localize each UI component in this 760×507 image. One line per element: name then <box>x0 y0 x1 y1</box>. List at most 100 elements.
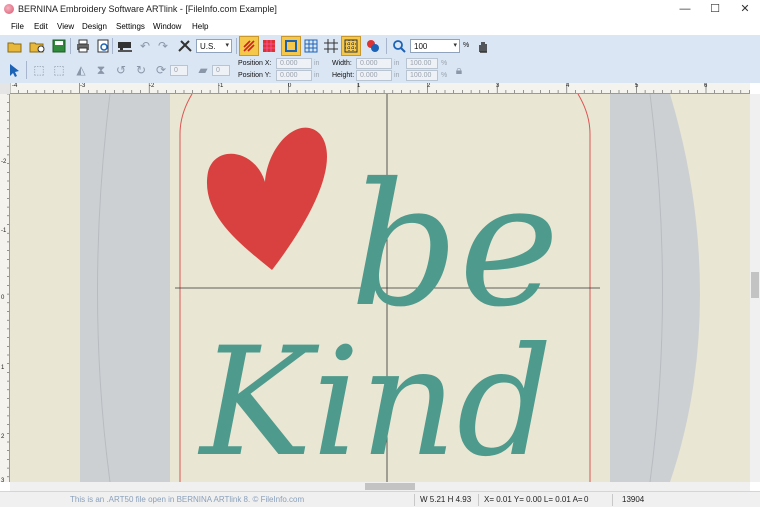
scale-icon[interactable]: ⬚ <box>30 61 48 79</box>
menu-file[interactable]: File <box>11 22 24 31</box>
menu-settings[interactable]: Settings <box>116 22 145 31</box>
mirror-vertical-icon[interactable]: ⧗ <box>92 61 110 79</box>
horizontal-scroll-thumb[interactable] <box>365 483 415 490</box>
ruler-label: 6 <box>704 83 708 89</box>
show-reference-icon[interactable] <box>341 36 361 56</box>
position-y-field[interactable]: 0.000 <box>276 70 312 81</box>
bernina-app-icon <box>4 4 14 14</box>
save-icon[interactable] <box>50 37 68 55</box>
maximize-button[interactable]: ☐ <box>700 0 730 19</box>
height-field[interactable]: 0.000 <box>356 70 392 81</box>
vertical-scrollbar[interactable] <box>750 94 760 482</box>
ruler-label: 0 <box>288 83 292 89</box>
position-y-label: Position Y: <box>238 72 271 79</box>
width-label: Width: <box>332 60 352 67</box>
close-button[interactable]: ✕ <box>730 0 760 19</box>
select-arrow-icon[interactable] <box>6 61 24 79</box>
ruler-label: -1 <box>1 228 7 234</box>
ruler-ticks <box>7 94 9 478</box>
zoom-select[interactable]: 100 ▾ <box>410 39 460 53</box>
separator <box>112 38 113 54</box>
pan-hand-icon[interactable] <box>474 37 492 55</box>
stitch-count: 13904 <box>622 495 645 504</box>
width-field[interactable]: 0.000 <box>356 58 392 69</box>
separator <box>70 38 71 54</box>
open-recent-icon[interactable] <box>28 37 46 55</box>
ruler-label: -2 <box>149 83 155 89</box>
ruler-label: 5 <box>635 83 639 89</box>
percent-label: % <box>441 72 448 79</box>
ruler-label: 0 <box>1 295 5 301</box>
rotate-left-icon[interactable]: ↺ <box>112 61 130 79</box>
embroidery-machine-icon[interactable] <box>116 37 134 55</box>
scale-height-field[interactable]: 100.00 <box>406 70 438 81</box>
heart-shape <box>206 127 327 270</box>
show-hoop-icon[interactable] <box>281 36 301 56</box>
rotate-right-icon[interactable]: ↻ <box>132 61 150 79</box>
resize-icon[interactable]: ⬚ <box>50 61 68 79</box>
menu-bar: File Edit View Design Settings Window He… <box>0 19 760 35</box>
zoom-icon[interactable] <box>390 37 408 55</box>
menu-window[interactable]: Window <box>153 22 181 31</box>
status-bar: This is an .ART50 file open in BERNINA A… <box>0 491 760 507</box>
menu-view[interactable]: View <box>57 22 74 31</box>
percent-label: % <box>441 60 448 67</box>
units-value: U.S. <box>200 42 216 51</box>
title-bar: BERNINA Embroidery Software ARTlink - [F… <box>0 0 760 19</box>
slant-icon[interactable]: ▰ <box>194 61 212 79</box>
design-size: W 5.21 H 4.93 <box>420 495 472 504</box>
top-ruler: -4 -3 -2 -1 0 1 2 3 4 5 6 <box>10 83 750 94</box>
zoom-value: 100 <box>414 42 428 51</box>
scale-width-field[interactable]: 100.00 <box>406 58 438 69</box>
tools-icon[interactable] <box>176 37 194 55</box>
watermark-text: This is an .ART50 file open in BERNINA A… <box>70 495 305 504</box>
transform-toolbar: ⬚ ⬚ ◭ ⧗ ↺ ↻ ⟳ 0 ▰ 0 Position X: Position… <box>0 57 760 83</box>
design-canvas[interactable]: be Kind <box>10 94 750 482</box>
rotate-field[interactable]: 0 <box>170 65 188 76</box>
horizontal-scrollbar[interactable] <box>10 482 750 491</box>
redo-icon[interactable]: ↷ <box>154 37 172 55</box>
show-fabric-icon[interactable] <box>260 37 278 55</box>
minimize-button[interactable]: — <box>670 0 700 19</box>
ruler-label: -3 <box>80 83 86 89</box>
separator <box>26 61 27 79</box>
menu-edit[interactable]: Edit <box>34 22 48 31</box>
show-grid-icon[interactable] <box>302 37 320 55</box>
position-x-field[interactable]: 0.000 <box>276 58 312 69</box>
vertical-scroll-thumb[interactable] <box>751 272 759 298</box>
units-select[interactable]: U.S. ▾ <box>196 39 232 53</box>
left-ruler: -2 -1 0 1 2 3 <box>0 94 10 482</box>
rotate-icon[interactable]: ⟳ <box>152 61 170 79</box>
chevron-down-icon: ▾ <box>453 42 457 49</box>
hoop-right-side <box>610 94 700 482</box>
print-icon[interactable] <box>74 37 92 55</box>
status-divider <box>414 494 415 506</box>
undo-icon[interactable]: ↶ <box>136 37 154 55</box>
unit-label: in <box>394 72 400 79</box>
cursor-angle: 0 <box>584 495 589 504</box>
ruler-label: -4 <box>12 83 18 89</box>
ruler-label: 2 <box>1 434 5 440</box>
height-label: Height: <box>332 72 355 79</box>
main-toolbar: ↶ ↷ U.S. ▾ 100 ▾ % <box>0 35 760 57</box>
proportional-lock-icon[interactable]: 🔒︎ <box>450 61 468 79</box>
ruler-label: 2 <box>427 83 431 89</box>
show-stitches-icon[interactable] <box>239 36 259 56</box>
unit-label: in <box>314 60 320 67</box>
zoom-unit: % <box>463 42 470 49</box>
artlink-badge-icon[interactable] <box>364 37 382 55</box>
ruler-corner <box>0 83 10 94</box>
chevron-down-icon: ▾ <box>225 42 229 49</box>
mirror-horizontal-icon[interactable]: ◭ <box>72 61 90 79</box>
menu-help[interactable]: Help <box>192 22 208 31</box>
status-divider <box>478 494 479 506</box>
ruler-label: 3 <box>496 83 500 89</box>
ruler-label: 1 <box>1 365 5 371</box>
print-preview-icon[interactable] <box>94 37 112 55</box>
open-folder-icon[interactable] <box>6 37 24 55</box>
grid-lines-icon[interactable] <box>322 37 340 55</box>
slant-field[interactable]: 0 <box>212 65 230 76</box>
status-divider <box>612 494 613 506</box>
menu-design[interactable]: Design <box>82 22 107 31</box>
position-x-label: Position X: <box>238 60 272 67</box>
